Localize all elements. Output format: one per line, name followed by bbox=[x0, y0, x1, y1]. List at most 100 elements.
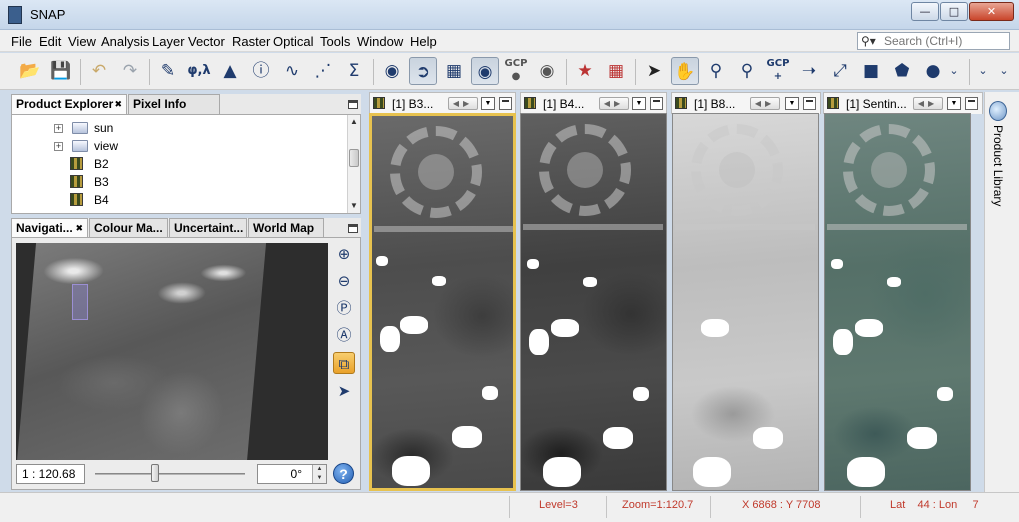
menu-vector[interactable]: Vector bbox=[188, 34, 225, 49]
information-icon[interactable]: ⓘ bbox=[247, 57, 275, 85]
viewport-rectangle[interactable] bbox=[72, 284, 88, 320]
menu-optical[interactable]: Optical bbox=[273, 34, 313, 49]
view-minimize-icon[interactable] bbox=[803, 97, 816, 110]
view-dropdown-icon[interactable]: ▼ bbox=[481, 97, 495, 110]
close-tab-icon[interactable]: ✖ bbox=[75, 219, 83, 238]
scrollbar-thumb[interactable] bbox=[349, 149, 359, 167]
graph-builder-icon[interactable]: ★ bbox=[571, 57, 599, 85]
expand-icon[interactable]: + bbox=[54, 142, 63, 151]
tab-pixel-info[interactable]: Pixel Info bbox=[128, 94, 220, 114]
image-view-b8[interactable] bbox=[672, 113, 819, 491]
statistics-icon[interactable]: Σ bbox=[340, 57, 368, 85]
geo-coding-icon[interactable]: φ,λ bbox=[185, 57, 213, 85]
menu-view[interactable]: View bbox=[68, 34, 96, 49]
menu-tools[interactable]: Tools bbox=[320, 34, 350, 49]
redo-icon[interactable]: ↷ bbox=[116, 57, 144, 85]
view-minimize-icon[interactable] bbox=[650, 97, 663, 110]
product-library-tab[interactable]: Product Library bbox=[991, 125, 1005, 206]
menu-layer[interactable]: Layer bbox=[152, 34, 185, 49]
more-tools-chevron-icon[interactable]: ⌄ bbox=[946, 57, 962, 85]
navigation-compass-control[interactable] bbox=[539, 124, 631, 216]
zoom-slider-track[interactable] bbox=[95, 473, 245, 475]
navigation-overview-image[interactable] bbox=[16, 243, 328, 460]
view-nav-arrows-icon[interactable]: ◀▶ bbox=[599, 97, 629, 110]
menu-raster[interactable]: Raster bbox=[232, 34, 270, 49]
line-tool-icon[interactable]: ➝ bbox=[795, 57, 823, 85]
undo-icon[interactable]: ↶ bbox=[85, 57, 113, 85]
menu-edit[interactable]: Edit bbox=[39, 34, 61, 49]
save-product-icon[interactable]: 💾 bbox=[47, 57, 75, 85]
batch-processing-icon[interactable]: ▦ bbox=[602, 57, 630, 85]
zoom-all-icon[interactable]: Ⓐ bbox=[333, 324, 355, 346]
tree-item-b3[interactable]: B3 bbox=[70, 173, 330, 191]
mask-overlay-icon[interactable]: ◉ bbox=[533, 57, 561, 85]
minimize-button[interactable]: — bbox=[911, 2, 939, 21]
sync-cursor-icon[interactable]: ➤ bbox=[333, 380, 355, 402]
tree-item-b2[interactable]: B2 bbox=[70, 155, 330, 173]
gcp-tool-icon[interactable]: GCP + bbox=[764, 57, 792, 85]
tree-item-b4[interactable]: B4 bbox=[70, 191, 330, 209]
navigation-compass-control[interactable] bbox=[691, 124, 783, 216]
grid-overlay-icon[interactable]: ▦ bbox=[440, 57, 468, 85]
image-view-b4[interactable] bbox=[520, 113, 667, 491]
minimize-panel-icon[interactable] bbox=[348, 224, 358, 233]
tree-scrollbar[interactable]: ▲ ▼ bbox=[347, 115, 360, 213]
view-tab-b8[interactable]: [1] B8... ◀▶ ▼ bbox=[671, 92, 821, 114]
spectrum-icon[interactable]: ∿ bbox=[278, 57, 306, 85]
tab-product-explorer[interactable]: Product Explorer ✖ bbox=[11, 94, 127, 114]
zoom-pixel-icon[interactable]: Ⓟ bbox=[333, 297, 355, 319]
tab-colour-manipulation[interactable]: Colour Ma... bbox=[89, 218, 168, 238]
tree-item-view[interactable]: + view bbox=[52, 137, 332, 155]
rectangle-tool-icon[interactable]: ■ bbox=[857, 57, 885, 85]
tab-navigation[interactable]: Navigati... ✖ bbox=[11, 218, 88, 238]
menu-analysis[interactable]: Analysis bbox=[101, 34, 149, 49]
zoom-out-icon[interactable]: ⊖ bbox=[333, 270, 355, 292]
view-dropdown-icon[interactable]: ▼ bbox=[785, 97, 799, 110]
rotation-angle-field[interactable]: 0° ▲ ▼ bbox=[257, 464, 327, 484]
sync-views-icon[interactable]: ⧉ bbox=[333, 352, 355, 374]
gcp-overlay-icon[interactable]: GCP ● bbox=[502, 57, 530, 85]
select-tool-pressed-icon[interactable]: ➲ bbox=[409, 57, 437, 85]
view-minimize-icon[interactable] bbox=[499, 97, 512, 110]
minimize-panel-icon[interactable] bbox=[348, 100, 358, 109]
open-product-icon[interactable]: 📂 bbox=[16, 57, 44, 85]
band-maths-icon[interactable]: ✎ bbox=[154, 57, 182, 85]
view-nav-arrows-icon[interactable]: ◀▶ bbox=[913, 97, 943, 110]
spin-up-icon[interactable]: ▲ bbox=[312, 465, 326, 474]
close-tab-icon[interactable]: ✖ bbox=[114, 95, 122, 114]
more-tools-chevron-icon[interactable]: ⌄ bbox=[975, 57, 991, 85]
menu-help[interactable]: Help bbox=[410, 34, 437, 49]
view-tab-b3[interactable]: [1] B3... ◀▶ ▼ bbox=[369, 92, 516, 114]
zoom-slider-knob[interactable] bbox=[151, 464, 159, 482]
menu-file[interactable]: File bbox=[11, 34, 32, 49]
zoom-factor-field[interactable]: 1 : 120.68 bbox=[16, 464, 85, 484]
spin-down-icon[interactable]: ▼ bbox=[312, 474, 326, 483]
view-minimize-icon[interactable] bbox=[965, 97, 978, 110]
view-tab-b4[interactable]: [1] B4... ◀▶ ▼ bbox=[520, 92, 667, 114]
expand-icon[interactable]: + bbox=[54, 124, 63, 133]
scatter-plot-icon[interactable]: ⋰ bbox=[309, 57, 337, 85]
tree-item-sun[interactable]: + sun bbox=[52, 119, 332, 137]
scroll-up-icon[interactable]: ▲ bbox=[350, 117, 358, 126]
show-eye-icon[interactable]: ◉ bbox=[471, 57, 499, 85]
view-nav-arrows-icon[interactable]: ◀▶ bbox=[750, 97, 780, 110]
menu-window[interactable]: Window bbox=[357, 34, 403, 49]
help-icon[interactable]: ? bbox=[333, 463, 354, 484]
image-view-b3[interactable] bbox=[369, 113, 516, 491]
product-library-icon[interactable] bbox=[989, 101, 1007, 121]
histogram-icon[interactable]: ▲ bbox=[216, 57, 244, 85]
view-tab-sentinel-rgb[interactable]: [1] Sentin... ◀▶ ▼ bbox=[823, 92, 983, 114]
pin-tool-icon[interactable]: ⚲ bbox=[733, 57, 761, 85]
navigation-compass-control[interactable] bbox=[843, 124, 935, 216]
search-input[interactable] bbox=[884, 34, 1006, 48]
navigation-compass-control[interactable] bbox=[390, 126, 482, 218]
ellipse-tool-icon[interactable]: ● bbox=[919, 57, 947, 85]
view-dropdown-icon[interactable]: ▼ bbox=[947, 97, 961, 110]
zoom-tool-icon[interactable]: ⚲ bbox=[702, 57, 730, 85]
polygon-tool-icon[interactable]: ⬟ bbox=[888, 57, 916, 85]
zoom-in-icon[interactable]: ⊕ bbox=[333, 243, 355, 265]
more-tools-chevron-icon[interactable]: ⌄ bbox=[996, 57, 1012, 85]
pan-hand-icon[interactable]: ✋ bbox=[671, 57, 699, 85]
maximize-button[interactable]: □ bbox=[940, 2, 968, 21]
search-icon[interactable]: ⚲▾ bbox=[861, 34, 876, 48]
